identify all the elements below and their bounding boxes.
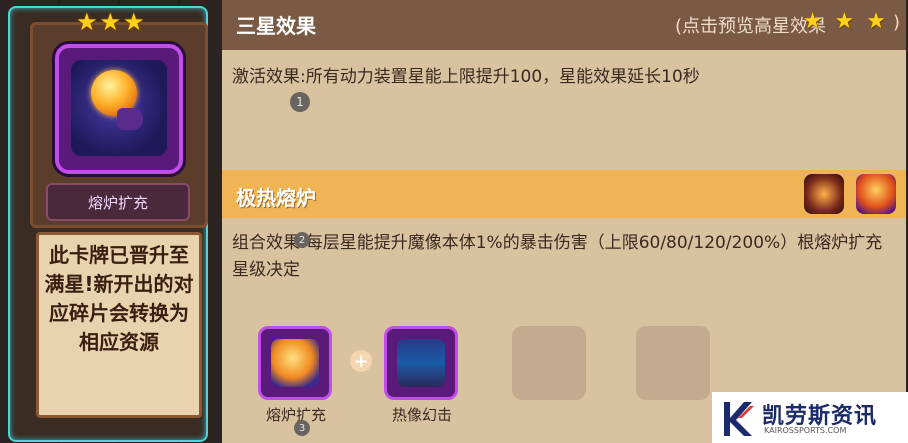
combo-bar: 极热熔炉 <box>222 170 906 218</box>
activation-effect-text: 激活效果:所有动力装置星能上限提升100，星能效果延长10秒 <box>232 67 700 87</box>
watermark-sub: KAIROSSPORTS.COM <box>764 426 847 435</box>
panel-header: 三星效果 (点击预览高星效果 ★ ★ ★ ) <box>222 0 906 50</box>
slot-empty-4[interactable] <box>636 326 710 400</box>
card-frame[interactable]: ★ ★ ★ 熔炉扩充 此卡牌已晋升至满星!新开出的对应碎片会转换为相应资源 <box>8 6 208 442</box>
card-stars: ★ ★ ★ <box>76 10 145 34</box>
claw-icon <box>117 108 143 130</box>
star-effect-panel: 三星效果 (点击预览高星效果 ★ ★ ★ ) 激活效果:所有动力装置星能上限提升… <box>222 0 906 443</box>
slot-label-2: 热像幻击 <box>391 406 452 424</box>
badge-3: 3 <box>294 420 310 436</box>
slot-thermal-phantom[interactable] <box>384 326 458 400</box>
star-icon: ★ <box>76 8 98 36</box>
star-icon: ★ <box>834 9 855 34</box>
hint-stars[interactable]: ★ ★ ★ <box>803 11 886 33</box>
combo-title: 极热熔炉 <box>236 186 316 210</box>
kairos-logo-icon <box>724 402 754 436</box>
hint-close-paren: ) <box>892 12 900 33</box>
plus-icon: + <box>350 350 372 372</box>
star-icon: ★ <box>123 8 145 36</box>
combo-core-icon[interactable] <box>804 174 844 214</box>
star-icon: ★ <box>866 9 886 34</box>
badge-1: 1 <box>290 92 310 112</box>
turret-icon <box>397 339 445 387</box>
combo-effect-text: 组合效果:每层星能提升魔像本体1%的暴击伤害（上限60/80/120/200%）… <box>232 233 883 280</box>
fire-orb-icon <box>271 339 319 387</box>
badge-2: 2 <box>294 232 310 248</box>
star-icon: ★ <box>802 9 823 34</box>
furnace-card-art <box>55 44 183 174</box>
card-description: 此卡牌已晋升至满星!新开出的对应碎片会转换为相应资源 <box>36 232 202 418</box>
watermark: 凯劳斯资讯 KAIROSSPORTS.COM <box>712 392 908 443</box>
star-icon: ★ <box>99 8 122 36</box>
panel-title: 三星效果 <box>236 14 316 38</box>
combo-furnace-icon[interactable] <box>856 174 896 214</box>
card-name: 熔炉扩充 <box>46 183 190 221</box>
slot-empty-3[interactable] <box>512 326 586 400</box>
slot-furnace-expansion[interactable] <box>258 326 332 400</box>
